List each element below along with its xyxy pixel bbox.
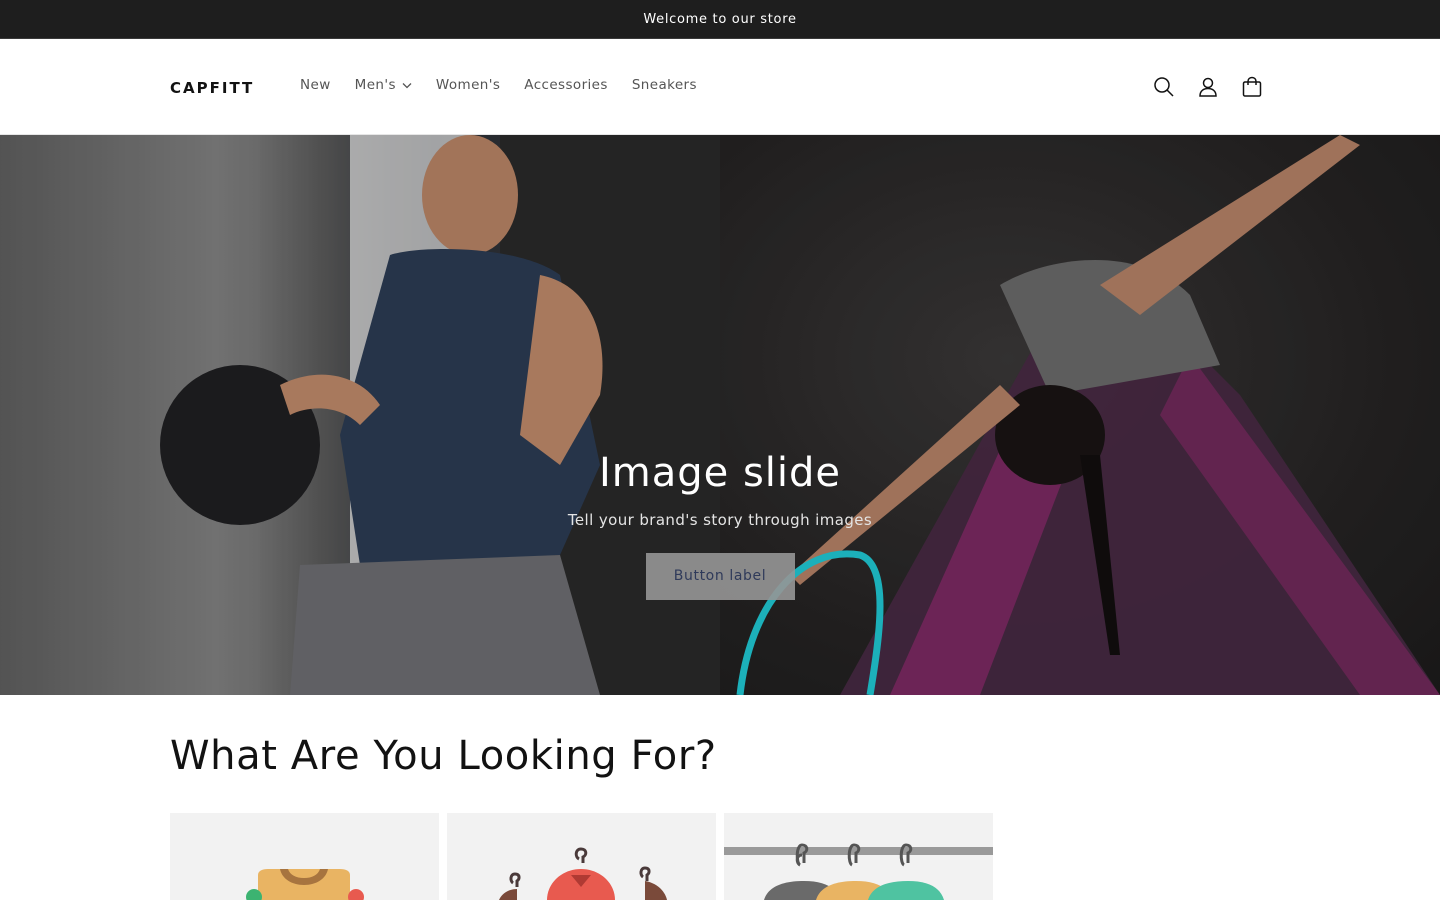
announcement-bar: Welcome to our store — [0, 0, 1440, 39]
hero-title: Image slide — [598, 450, 842, 496]
collection-cards — [170, 813, 1001, 900]
store-logo[interactable]: CAPFITT — [170, 78, 260, 96]
folded-shirts-icon — [246, 869, 364, 900]
hero-slideshow: Image slide Tell your brand's story thro… — [0, 135, 1440, 695]
search-button[interactable] — [1150, 73, 1178, 101]
account-icon — [1199, 77, 1217, 97]
collection-card[interactable] — [724, 813, 993, 900]
account-button[interactable] — [1194, 73, 1222, 101]
nav-item-accessories[interactable]: Accessories — [524, 77, 608, 93]
collection-card[interactable] — [447, 813, 716, 900]
main-nav: New Men's Women's Accessories Sneakers — [300, 77, 721, 93]
hero-content: Image slide Tell your brand's story thro… — [0, 447, 1440, 600]
hero-button[interactable]: Button label — [645, 553, 795, 600]
nav-item-sneakers[interactable]: Sneakers — [632, 77, 697, 93]
header-icons — [1150, 73, 1282, 101]
cart-icon — [1242, 76, 1262, 97]
nav-item-mens[interactable]: Men's — [355, 77, 412, 93]
announcement-text: Welcome to our store — [643, 12, 797, 27]
collection-card[interactable] — [170, 813, 439, 900]
nav-item-womens[interactable]: Women's — [436, 77, 500, 93]
search-icon — [1154, 77, 1174, 97]
site-header: CAPFITT New Men's Women's Accessories Sn… — [0, 39, 1440, 135]
hanging-shirts-icon — [499, 847, 667, 900]
chevron-down-icon — [402, 82, 412, 88]
hero-subtitle: Tell your brand's story through images — [567, 511, 873, 529]
nav-item-label: New — [300, 77, 331, 93]
hero-overlay — [0, 135, 1440, 695]
collections-title: What Are You Looking For? — [170, 733, 717, 779]
svg-text:CAPFITT: CAPFITT — [170, 79, 254, 96]
clothes-rack-icon — [724, 843, 993, 900]
nav-item-label: Accessories — [524, 77, 608, 93]
nav-item-label: Women's — [435, 77, 501, 93]
nav-item-new[interactable]: New — [300, 77, 331, 93]
nav-item-label: Sneakers — [631, 77, 697, 93]
cart-button[interactable] — [1238, 73, 1266, 101]
nav-item-label: Men's — [354, 77, 396, 93]
